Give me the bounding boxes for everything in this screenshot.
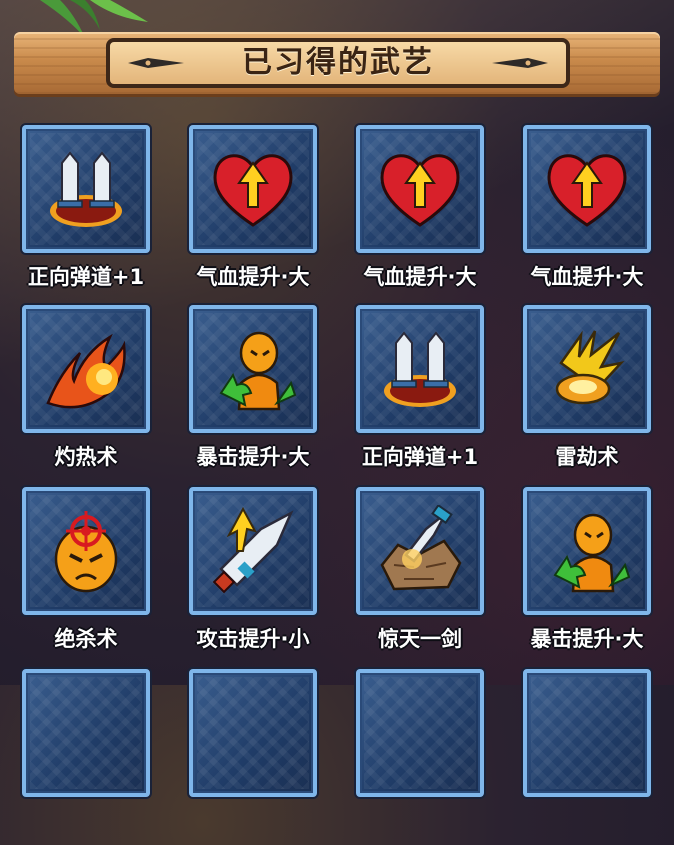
skill-frame [356, 125, 484, 253]
skill-frame [189, 487, 317, 615]
skill-frame [189, 305, 317, 433]
skill-name: 灼热术 [54, 445, 118, 469]
dart-right-icon [492, 58, 548, 68]
crit-up-icon [219, 331, 297, 411]
skill-card-partial[interactable] [356, 669, 492, 845]
skill-card[interactable]: 正向弹道+1 [22, 125, 158, 301]
skill-name: 气血提升·大 [196, 265, 310, 289]
skill-frame [22, 669, 150, 797]
skill-card[interactable]: 绝杀术 [22, 487, 158, 663]
skill-name: 气血提升·大 [363, 265, 477, 289]
skill-card[interactable]: 雷劫术 [523, 305, 659, 481]
skill-card[interactable]: 暴击提升·大 [523, 487, 659, 663]
skill-frame [22, 487, 150, 615]
twin-blades-icon [384, 331, 456, 407]
skill-frame [22, 305, 150, 433]
skill-card[interactable]: 正向弹道+1 [356, 305, 492, 481]
skill-name: 正向弹道+1 [361, 445, 479, 469]
sword-up-icon [212, 506, 294, 594]
lightning-icon [555, 330, 625, 405]
skill-name: 暴击提升·大 [196, 445, 310, 469]
skill-name: 攻击提升·小 [196, 627, 310, 651]
skill-name: 正向弹道+1 [27, 265, 145, 289]
skill-card[interactable]: 攻击提升·小 [189, 487, 325, 663]
title-banner: 已习得的武艺 [14, 32, 660, 94]
target-face-icon [54, 511, 118, 593]
skill-frame [22, 125, 150, 253]
skill-frame [189, 669, 317, 797]
sword-rock-icon [380, 505, 462, 591]
title-plaque: 已习得的武艺 [106, 38, 570, 88]
heart-arrow-icon [547, 154, 627, 227]
skill-frame [356, 669, 484, 797]
skill-name: 绝杀术 [54, 627, 118, 651]
skill-frame [189, 125, 317, 253]
skill-card[interactable]: 气血提升·大 [356, 125, 492, 301]
skill-card-partial[interactable] [523, 669, 659, 845]
skill-name: 气血提升·大 [530, 265, 644, 289]
skill-frame [523, 305, 651, 433]
skill-card[interactable]: 气血提升·大 [189, 125, 325, 301]
heart-arrow-icon [380, 154, 460, 227]
heart-arrow-icon [213, 154, 293, 227]
fireball-icon [46, 333, 126, 409]
skill-name: 雷劫术 [555, 445, 619, 469]
skill-card[interactable]: 气血提升·大 [523, 125, 659, 301]
twin-blades-icon [50, 151, 122, 227]
skill-card-partial[interactable] [189, 669, 325, 845]
skill-name: 暴击提升·大 [530, 627, 644, 651]
skill-card[interactable]: 惊天一剑 [356, 487, 492, 663]
skill-name: 惊天一剑 [378, 627, 462, 651]
skill-frame [523, 669, 651, 797]
crit-up-icon [553, 513, 631, 593]
skill-card-partial[interactable] [22, 669, 158, 845]
skill-card[interactable]: 暴击提升·大 [189, 305, 325, 481]
skill-frame [356, 487, 484, 615]
skill-frame [523, 125, 651, 253]
skill-card[interactable]: 灼热术 [22, 305, 158, 481]
skill-frame [356, 305, 484, 433]
skill-frame [523, 487, 651, 615]
